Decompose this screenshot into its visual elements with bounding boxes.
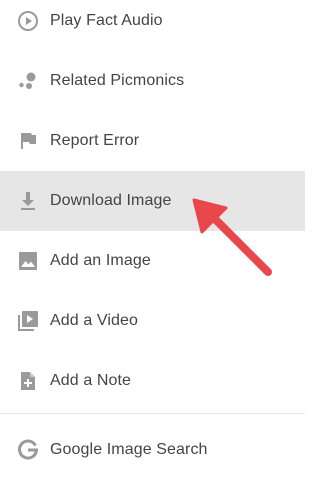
menu-item-add-a-video[interactable]: Add a Video <box>0 291 305 351</box>
menu-item-label: Add a Video <box>50 312 138 329</box>
download-icon <box>17 190 39 212</box>
menu-item-add-a-note[interactable]: Add a Note <box>0 351 305 411</box>
menu-item-label: Add a Note <box>50 372 132 389</box>
menu-item-label: Related Picmonics <box>50 72 185 89</box>
menu-divider <box>0 413 305 414</box>
image-icon <box>17 250 39 272</box>
menu-item-label: Add an Image <box>50 252 151 269</box>
play-circle-icon <box>17 10 39 32</box>
bubbles-icon <box>17 70 39 92</box>
note-add-icon <box>17 370 39 392</box>
menu-item-label: Play Fact Audio <box>50 12 163 29</box>
menu-item-label: Download Image <box>50 192 172 209</box>
google-g-icon <box>17 439 39 461</box>
menu-item-play-fact-audio[interactable]: Play Fact Audio <box>0 0 305 51</box>
video-library-icon <box>17 310 39 332</box>
menu-item-report-error[interactable]: Report Error <box>0 111 305 171</box>
menu-item-google-image-search[interactable]: Google Image Search <box>0 420 305 480</box>
menu-item-related-picmonics[interactable]: Related Picmonics <box>0 51 305 111</box>
flag-icon <box>17 130 39 152</box>
menu-item-label: Google Image Search <box>50 441 208 458</box>
annotation-arrow <box>192 198 272 276</box>
menu-item-label: Report Error <box>50 132 140 149</box>
